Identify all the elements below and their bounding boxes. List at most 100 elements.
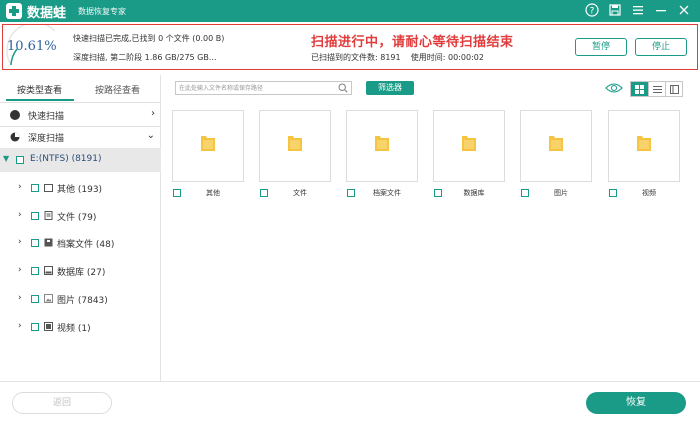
- chevron-right-icon[interactable]: ›: [18, 265, 22, 275]
- tree-item-label: 图片 (7843): [57, 296, 108, 306]
- folder-icon: [44, 184, 53, 192]
- quick-scan-status: 快速扫描已完成,已找到 0 个文件 (0.00 B): [73, 34, 225, 43]
- folder-checkbox[interactable]: [609, 189, 617, 197]
- folder-card-database[interactable]: [433, 110, 505, 182]
- partial-dot-icon: [10, 132, 20, 145]
- chevron-right-icon: ›: [151, 108, 155, 119]
- progress-ring: 10.61%: [3, 25, 65, 69]
- folder-card-archives[interactable]: [346, 110, 418, 182]
- list-view-icon[interactable]: [648, 82, 665, 96]
- deep-scan-status: 深度扫描, 第二阶段 1.86 GB/275 GB...: [73, 53, 217, 62]
- save-icon[interactable]: [608, 3, 623, 18]
- tree-item-documents[interactable]: › 文件 (79): [0, 206, 161, 226]
- tab-by-path[interactable]: 按路径查看: [95, 83, 140, 96]
- chevron-right-icon[interactable]: ›: [18, 293, 22, 303]
- deep-scan-label: 深度扫描: [28, 134, 65, 144]
- folder-label: 数据库: [463, 189, 485, 197]
- svg-text:?: ?: [590, 7, 595, 17]
- folder-label: 视频: [642, 189, 656, 197]
- video-icon: [44, 322, 53, 331]
- folder-label: 档案文件: [373, 189, 401, 197]
- tree-checkbox[interactable]: [31, 295, 39, 303]
- tree-item-label: 文件 (79): [57, 213, 97, 223]
- elapsed-time: 使用时间: 00:00:02: [410, 53, 484, 62]
- chevron-right-icon[interactable]: ›: [18, 321, 22, 331]
- quick-scan-label: 快速扫描: [28, 112, 65, 122]
- menu-icon[interactable]: [631, 3, 646, 18]
- app-name: 数据蛙: [27, 5, 67, 21]
- deep-scan-row[interactable]: 深度扫描 ⌄: [0, 127, 161, 147]
- found-files-count: 已扫描到的文件数: 8191 使用时间: 00:00:02: [311, 52, 484, 63]
- caret-down-icon[interactable]: ▼: [3, 154, 9, 163]
- folder-icon: [549, 136, 563, 151]
- recover-button[interactable]: 恢复: [586, 392, 686, 414]
- title-bar: 数据蛙 数据恢复专家 ?: [0, 0, 700, 22]
- chevron-down-icon: ⌄: [146, 130, 155, 141]
- folder-icon: [288, 136, 302, 151]
- detail-view-icon[interactable]: [665, 82, 682, 96]
- folder-checkbox[interactable]: [260, 189, 268, 197]
- app-logo: 数据蛙: [6, 2, 66, 21]
- folder-checkbox[interactable]: [521, 189, 529, 197]
- folder-card-other[interactable]: [172, 110, 244, 182]
- tree-item-archives[interactable]: › 档案文件 (48): [0, 233, 161, 253]
- quick-scan-row[interactable]: 快速扫描 ›: [0, 105, 161, 125]
- view-mode-switcher: [630, 81, 683, 97]
- folder-card-documents[interactable]: [259, 110, 331, 182]
- active-tab-indicator: [6, 99, 74, 101]
- help-icon[interactable]: ?: [585, 3, 600, 18]
- folder-checkbox[interactable]: [434, 189, 442, 197]
- search-box: [175, 81, 352, 95]
- folder-label: 图片: [554, 189, 568, 197]
- tab-by-type[interactable]: 按类型查看: [17, 83, 62, 96]
- tree-item-label: 其他 (193): [57, 185, 103, 195]
- tree-item-other[interactable]: › 其他 (193): [0, 178, 161, 198]
- divider: [0, 381, 700, 382]
- drive-checkbox[interactable]: [16, 156, 24, 164]
- left-panel: 按类型查看 按路径查看 快速扫描 › 深度扫描 ⌄ ▼ E:(NTFS) (81…: [0, 75, 161, 381]
- window-controls: ?: [585, 3, 692, 18]
- search-icon[interactable]: [338, 83, 348, 93]
- close-icon[interactable]: [677, 3, 692, 18]
- back-button[interactable]: 返回: [12, 392, 112, 414]
- chevron-right-icon[interactable]: ›: [18, 210, 22, 220]
- chevron-right-icon[interactable]: ›: [18, 182, 22, 192]
- tree-item-images[interactable]: › 图片 (7843): [0, 289, 161, 309]
- preview-eye-icon[interactable]: [605, 82, 623, 94]
- tree-item-videos[interactable]: › 视频 (1): [0, 317, 161, 337]
- found-files-label: 已扫描到的文件数: 8191: [311, 53, 401, 62]
- drive-node[interactable]: ▼ E:(NTFS) (8191): [0, 148, 161, 172]
- chevron-right-icon[interactable]: ›: [18, 237, 22, 247]
- search-input[interactable]: [179, 83, 329, 94]
- database-icon: [44, 266, 53, 275]
- folder-icon: [201, 136, 215, 151]
- folder-icon: [462, 136, 476, 151]
- folder-card-images[interactable]: [520, 110, 592, 182]
- grid-view-icon[interactable]: [631, 82, 648, 96]
- pause-button[interactable]: 暂停: [575, 38, 627, 56]
- logo-cross-icon: [6, 3, 22, 19]
- minimize-icon[interactable]: [654, 3, 669, 18]
- stop-button[interactable]: 停止: [635, 38, 687, 56]
- archive-icon: [44, 238, 53, 247]
- progress-percent: 10.61%: [7, 39, 57, 54]
- scan-progress-panel: 10.61% 快速扫描已完成,已找到 0 个文件 (0.00 B) 深度扫描, …: [2, 24, 698, 70]
- tree-checkbox[interactable]: [31, 267, 39, 275]
- folder-checkbox[interactable]: [347, 189, 355, 197]
- tree-checkbox[interactable]: [31, 212, 39, 220]
- drive-label: E:(NTFS) (8191): [30, 154, 102, 164]
- tree-item-label: 视频 (1): [57, 324, 91, 334]
- folder-label: 其他: [206, 189, 220, 197]
- tree-checkbox[interactable]: [31, 184, 39, 192]
- tree-checkbox[interactable]: [31, 239, 39, 247]
- folder-icon: [637, 136, 651, 151]
- folder-checkbox[interactable]: [173, 189, 181, 197]
- tree-item-label: 档案文件 (48): [57, 240, 115, 250]
- tree-checkbox[interactable]: [31, 323, 39, 331]
- document-icon: [44, 211, 53, 220]
- divider: [0, 102, 161, 103]
- filter-button[interactable]: 筛选器: [366, 81, 414, 95]
- folder-card-videos[interactable]: [608, 110, 680, 182]
- tree-item-database[interactable]: › 数据库 (27): [0, 261, 161, 281]
- app-subtitle: 数据恢复专家: [78, 6, 127, 16]
